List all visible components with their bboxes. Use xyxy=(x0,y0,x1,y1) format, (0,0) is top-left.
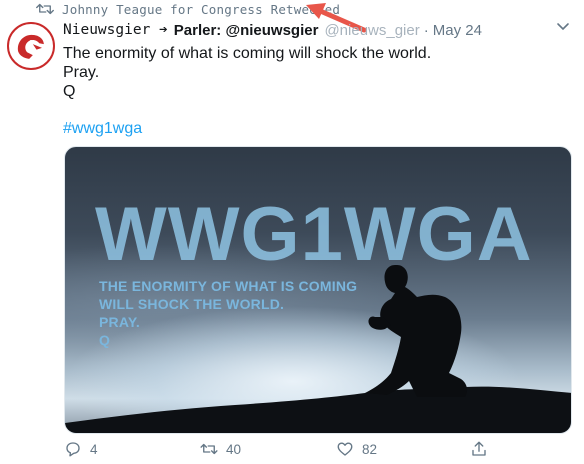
author-parler-label[interactable]: Parler: @nieuwsgier xyxy=(174,22,319,39)
avatar[interactable] xyxy=(7,22,55,70)
retweet-icon xyxy=(200,443,218,455)
praying-man-silhouette xyxy=(65,265,571,433)
tweet-line: Q xyxy=(63,83,76,100)
tweet-line: Pray. xyxy=(63,64,100,81)
author-name[interactable]: Nieuwsgier ➔ xyxy=(63,22,168,38)
hashtag-link[interactable]: #wwg1wga xyxy=(63,120,142,138)
retweet-action[interactable]: 40 xyxy=(200,440,241,458)
like-count: 82 xyxy=(362,441,378,457)
reply-count: 4 xyxy=(90,441,98,457)
tweet-media-image[interactable]: WWG1WGA THE ENORMITY OF WHAT IS COMING W… xyxy=(64,146,572,434)
chevron-down-icon[interactable] xyxy=(556,22,570,32)
share-icon xyxy=(472,441,486,456)
share-action[interactable] xyxy=(470,440,488,458)
retweet-count: 40 xyxy=(226,441,242,457)
tweet-line: The enormity of what is coming will shoc… xyxy=(63,45,432,62)
reply-action[interactable]: 4 xyxy=(64,440,98,458)
tweet-header: Nieuwsgier ➔ Parler: @nieuwsgier @nieuws… xyxy=(63,19,482,41)
tweet-actions: 4 40 82 xyxy=(64,440,572,462)
header-separator: · xyxy=(423,21,429,39)
retweet-context[interactable]: Johnny Teague for Congress Retweeted xyxy=(36,0,340,18)
author-handle[interactable]: @nieuws_gier xyxy=(324,22,419,39)
reply-icon xyxy=(66,442,80,457)
tweet-date[interactable]: May 24 xyxy=(433,22,482,39)
heart-icon xyxy=(337,442,353,456)
like-action[interactable]: 82 xyxy=(336,440,377,458)
tweet-text: The enormity of what is coming will shoc… xyxy=(63,44,431,101)
retweet-icon xyxy=(36,3,54,15)
eagle-logo-icon xyxy=(17,34,44,59)
retweet-context-label: Johnny Teague for Congress Retweeted xyxy=(62,1,341,17)
